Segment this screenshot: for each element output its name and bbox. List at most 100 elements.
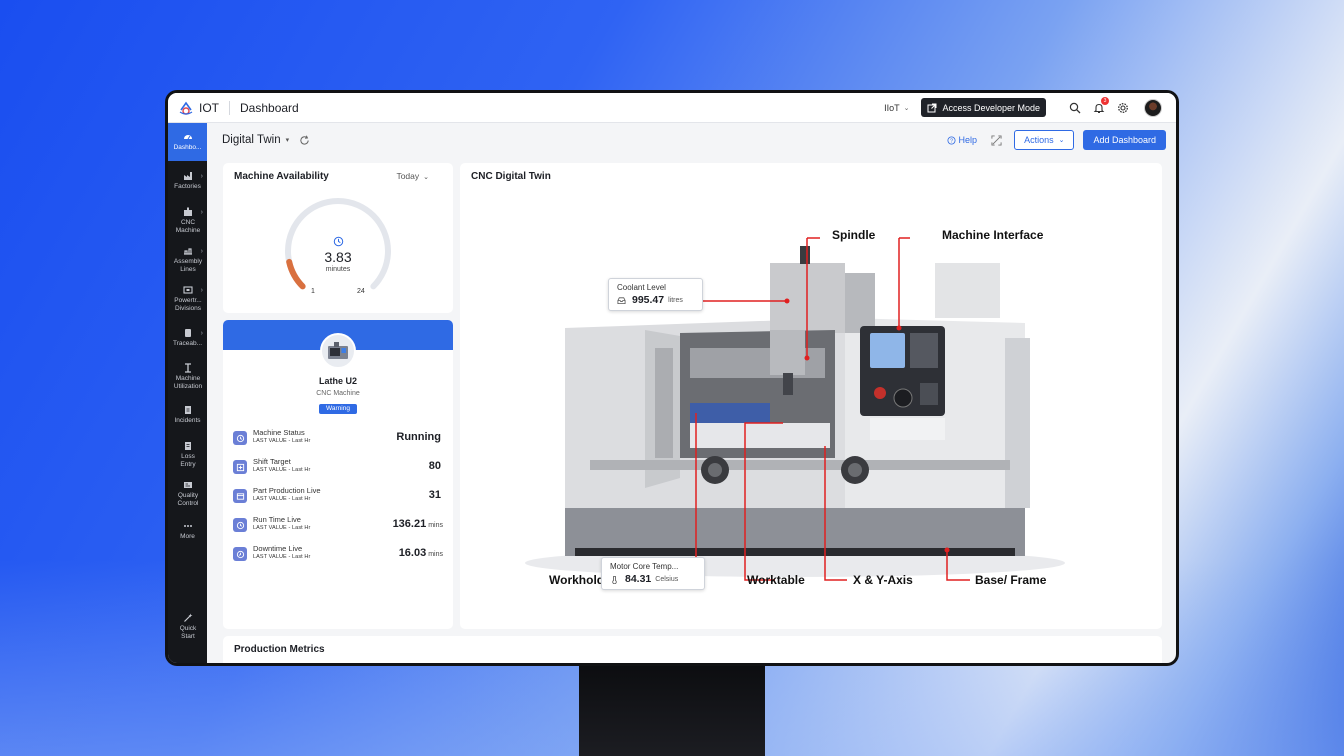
sidebar-item-quality-control[interactable]: Quality Control: [168, 480, 207, 508]
sidebar-item-loss-entry[interactable]: Loss Entry: [168, 441, 207, 469]
status-badge: Warning: [319, 404, 357, 414]
external-link-icon: [927, 103, 937, 112]
user-avatar[interactable]: [1144, 98, 1162, 117]
metric-icon: [233, 460, 247, 474]
head-side: [845, 273, 875, 333]
sidebar-item-label: Powertr... Divisions: [174, 297, 202, 312]
top-bar: IOT Dashboard IIoT ⌄ Access Developer Mo…: [168, 93, 1176, 123]
metric-row[interactable]: Run Time Live LAST VALUE - Last Hr 136.2…: [233, 515, 443, 539]
sidebar-item-label: Loss Entry: [180, 453, 196, 468]
add-dashboard-button[interactable]: Add Dashboard: [1083, 130, 1166, 150]
sidebar-item-assembly-lines[interactable]: › Assembly Lines: [168, 246, 207, 274]
developer-mode-button[interactable]: Access Developer Mode: [921, 98, 1046, 117]
control-screen: [870, 333, 905, 368]
wand-icon: [183, 613, 192, 622]
metric-icon: [233, 431, 247, 445]
gauge-min-label: 1: [311, 288, 315, 295]
developer-mode-label: Access Developer Mode: [942, 102, 1040, 113]
org-selector[interactable]: IIoT ⌄: [884, 103, 909, 113]
metric-icon: [233, 489, 247, 503]
page-header: Digital Twin ▾ ? Help Actions ⌄ Add Dash…: [207, 123, 1176, 157]
metric-row[interactable]: Machine Status LAST VALUE - Last Hr Runn…: [233, 428, 443, 452]
topbar-actions: IIoT ⌄ Access Developer Mode 3: [884, 96, 1162, 117]
search-button[interactable]: [1068, 101, 1082, 115]
machine-availability-widget: Machine Availability Today ⌄ 3.83 minutes…: [223, 163, 453, 313]
label-axis: X & Y-Axis: [853, 573, 913, 587]
coolant-level-overlay[interactable]: Coolant Level 995.47 litres: [608, 278, 703, 311]
sidebar-item-label: Factories: [174, 183, 201, 190]
chevron-down-icon: ⌄: [903, 104, 910, 112]
metric-value-text: 16.03: [398, 547, 427, 559]
fullscreen-icon[interactable]: [991, 134, 1002, 146]
metric-row[interactable]: Part Production Live LAST VALUE - Last H…: [233, 486, 443, 510]
app-logo[interactable]: IOT: [178, 100, 219, 116]
callout-dot: [804, 355, 810, 361]
page-title: Digital Twin: [222, 134, 281, 146]
sidebar-item-label: CNC Machine: [175, 219, 201, 234]
overlay-value-text: 995.47: [632, 294, 665, 306]
search-icon: [1069, 102, 1081, 113]
sidebar-item-more[interactable]: More: [168, 521, 207, 541]
sidebar-item-incidents[interactable]: Incidents: [168, 405, 207, 425]
help-label: Help: [958, 135, 978, 145]
metric-value: 80: [429, 460, 443, 472]
app-name: IOT: [199, 100, 219, 115]
sidebar-item-cnc-machine[interactable]: › CNC Machine: [168, 207, 207, 235]
metric-subtitle: LAST VALUE - Last Hr: [253, 467, 311, 473]
metric-value-text: 31: [428, 489, 441, 501]
help-link[interactable]: ? Help: [947, 135, 978, 145]
history-icon: [236, 434, 244, 442]
org-name: IIoT: [884, 102, 900, 113]
actions-dropdown[interactable]: Actions ⌄: [1014, 130, 1075, 150]
metric-value-text: Running: [396, 431, 441, 443]
section-title: Dashboard: [240, 100, 299, 115]
metric-value: 16.03 mins: [399, 547, 443, 559]
axis-motor-right-hub: [848, 463, 862, 477]
division-icon: [182, 286, 193, 294]
clock-icon: [236, 521, 244, 529]
notifications-button[interactable]: 3: [1092, 96, 1109, 115]
sidebar-item-quick-start[interactable]: Quick Start: [168, 613, 207, 641]
sidebar-item-factories[interactable]: › Factories: [168, 171, 207, 191]
metric-name: Run Time Live: [253, 515, 301, 524]
target-icon: [236, 463, 244, 471]
dashboard-selector[interactable]: Digital Twin ▾: [222, 134, 289, 146]
actions-label: Actions: [1024, 135, 1054, 145]
metric-subtitle: LAST VALUE - Last Hr: [253, 525, 311, 531]
metric-value: 31: [429, 489, 443, 501]
iot-logo-icon: [179, 101, 193, 115]
motor-core-temp-overlay[interactable]: Motor Core Temp... 84.31 Celsius: [601, 557, 705, 590]
emergency-stop: [874, 387, 886, 399]
app-screen: IOT Dashboard IIoT ⌄ Access Developer Mo…: [168, 93, 1176, 663]
overlay-title: Coolant Level: [617, 283, 666, 292]
metric-subtitle: LAST VALUE - Last Hr: [253, 554, 311, 560]
metric-row[interactable]: Downtime Live LAST VALUE - Last Hr 16.03…: [233, 544, 443, 568]
sidebar-item-label: Dashbo...: [173, 144, 202, 151]
label-base-frame: Base/ Frame: [975, 573, 1047, 587]
main-content: Digital Twin ▾ ? Help Actions ⌄ Add Dash…: [207, 123, 1176, 663]
widget-title: CNC Digital Twin: [471, 171, 551, 182]
spindle-top: [800, 246, 810, 264]
widget-title: Production Metrics: [234, 644, 325, 655]
overlay-unit: litres: [668, 296, 683, 304]
sidebar-item-machine-utilization[interactable]: Machine Utilization: [168, 363, 207, 391]
time-range-selector[interactable]: Today ⌄: [396, 171, 429, 181]
sidebar-item-divisions[interactable]: › Powertr... Divisions: [168, 285, 207, 313]
callout-dot: [784, 298, 790, 304]
sidebar-item-label: Assembly Lines: [173, 258, 203, 273]
panel-shelf: [870, 418, 945, 440]
sidebar-item-label: Quality Control: [177, 492, 199, 507]
door-window: [655, 348, 673, 458]
overlay-unit: Celsius: [655, 575, 679, 583]
settings-button[interactable]: [1116, 101, 1130, 115]
sidebar-item-dashboard[interactable]: Dashbo...: [168, 123, 207, 161]
sidebar-item-traceability[interactable]: › Traceab...: [168, 328, 207, 348]
more-icon: [183, 525, 192, 527]
metric-value-text: 136.21: [392, 518, 427, 530]
machine-type: CNC Machine: [316, 390, 360, 397]
trace-icon: [184, 329, 191, 337]
metric-subtitle: LAST VALUE - Last Hr: [253, 496, 311, 502]
metric-row[interactable]: Shift Target LAST VALUE - Last Hr 80: [233, 457, 443, 481]
workholding-fixture: [690, 403, 770, 423]
refresh-icon[interactable]: [299, 135, 310, 146]
